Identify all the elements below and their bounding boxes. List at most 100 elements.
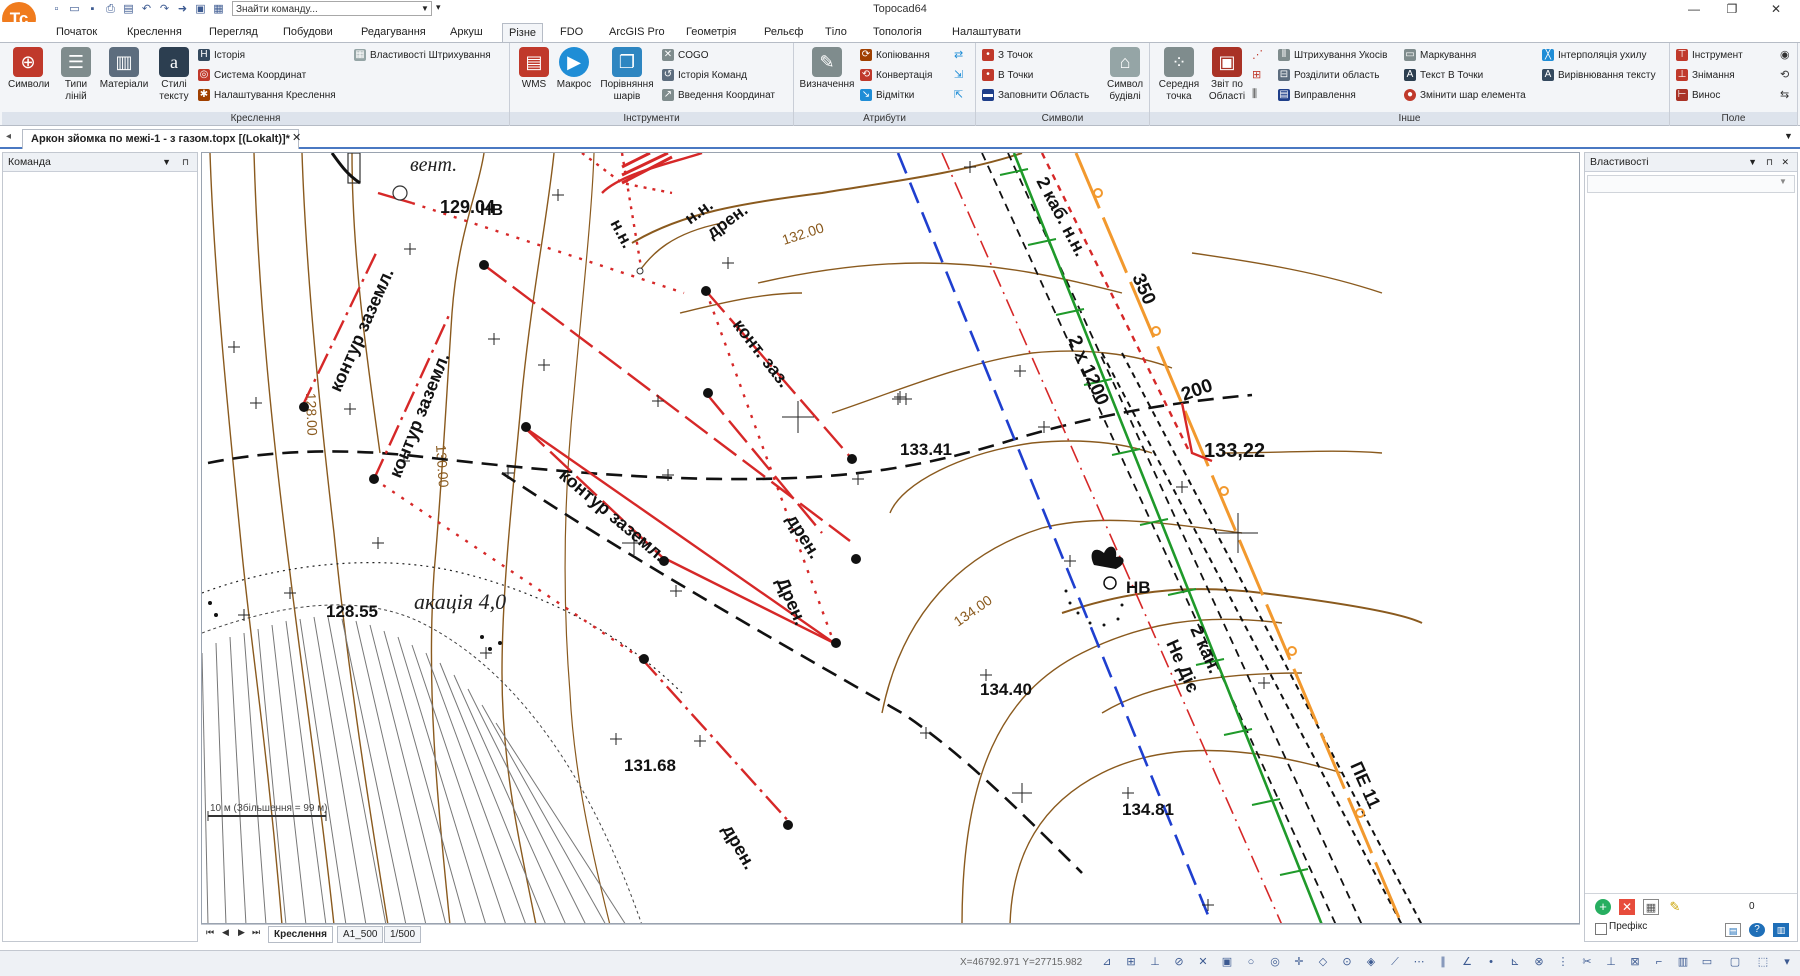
attribute-tool-1-icon[interactable]: ⇄ [954,48,963,61]
layer-icon[interactable]: ▭ [1700,955,1714,969]
snap-center-icon[interactable]: ◎ [1268,955,1282,969]
symbols-button[interactable]: ⊕ Символи [8,47,50,91]
snap-quadrant-icon[interactable]: ◈ [1364,955,1378,969]
tab-kreslennia[interactable]: Креслення [127,23,182,42]
building-symbol-button[interactable]: ⌂ Символ будівлі [1100,47,1150,103]
tab-arkush[interactable]: Аркуш [450,23,483,42]
snap-grid-icon[interactable]: ⊞ [1124,955,1138,969]
chevron-down-icon[interactable]: ▼ [1779,177,1787,186]
coordinate-input-button[interactable]: ↗ Введення Координат [662,88,775,104]
fill-area-button[interactable]: ▬ Заповнити Область [982,88,1089,104]
definition-button[interactable]: ✎ Визначення [798,47,856,91]
help-icon[interactable]: ? [1749,923,1765,937]
area-report-button[interactable]: ▣ Звіт по Області [1204,47,1250,103]
to-points-button[interactable]: • В Точки [982,68,1033,84]
add-icon[interactable]: + [1595,899,1611,915]
snap-extension-icon[interactable]: ⋯ [1412,955,1426,969]
drawing-canvas[interactable]: 128.00 130.00 132.00 134.00 129.04 НВ ко… [201,152,1580,924]
macro-button[interactable]: ▶ Макрос [554,47,594,91]
snap-circle-icon[interactable]: ○ [1244,955,1258,969]
doc-pin-icon[interactable]: ◂ [6,131,11,142]
field-tool-1-icon[interactable]: ◉ [1780,48,1790,61]
attribute-tool-2-icon[interactable]: ⇲ [954,68,963,81]
chevron-down-icon[interactable]: ▼ [162,153,171,171]
statusbar-menu-icon[interactable]: ▾ [1780,955,1794,969]
pin-icon[interactable]: ⊓ [1766,153,1773,171]
selection-icon[interactable]: ⊠ [1628,955,1642,969]
first-layout-icon[interactable]: ⏮ [206,927,214,938]
split-area-button[interactable]: ⊟ Розділити область [1278,68,1380,84]
close-icon[interactable]: ✕ [292,131,301,144]
change-layer-button[interactable]: ● Змінити шар елемента [1404,88,1526,104]
next-layout-icon[interactable]: ▶ [238,927,245,938]
fullscreen-icon[interactable]: ⬚ [1756,955,1770,969]
window-select-icon[interactable]: ⌐ [1652,955,1666,969]
snap-endpoint-icon[interactable]: ⊿ [1100,955,1114,969]
last-layout-icon[interactable]: ⏭ [252,927,260,938]
snap-nearest-icon[interactable]: ⊙ [1340,955,1354,969]
tab-pochatok[interactable]: Початок [56,23,97,42]
wms-button[interactable]: ▤ WMS [514,47,554,91]
stakeout-button[interactable]: ⊢ Винос [1676,88,1720,104]
close-icon[interactable]: ✕ [1781,153,1789,171]
lock-icon[interactable]: ▣ [1220,955,1234,969]
snap-point-icon[interactable]: • [1484,955,1498,969]
workspace-icon[interactable]: ▢ [1728,955,1742,969]
minimize-icon[interactable]: — [1680,1,1708,18]
document-tab[interactable]: Аркон зйомка по межі-1 - з газом.topx [(… [22,129,299,149]
tab-pobudovy[interactable]: Побудови [283,23,333,42]
tab-fdo[interactable]: FDO [560,23,583,42]
tab-heometriia[interactable]: Геометрія [686,23,736,42]
correction-button[interactable]: ▤ Виправлення [1278,88,1356,104]
misc-tool-3-icon[interactable]: ⫼ [1252,88,1257,101]
polar-icon[interactable]: ⊗ [1532,955,1546,969]
drawing-settings-button[interactable]: ✱ Налаштування Креслення [198,88,336,104]
coordinate-system-button[interactable]: ◎ Система Координат [198,68,306,84]
close-icon[interactable]: ✕ [1762,1,1790,18]
ortho-icon[interactable]: ⊾ [1508,955,1522,969]
pin-icon[interactable]: ⊓ [182,153,189,171]
tab-tilo[interactable]: Тіло [825,23,847,42]
snap-line-icon[interactable]: ⟋ [1388,955,1402,969]
history-button[interactable]: H Історія [198,48,245,64]
prefix-checkbox[interactable] [1595,923,1607,935]
pencil-icon[interactable]: ✎ [1667,899,1683,915]
thickness-icon[interactable]: ▥ [1676,955,1690,969]
text-to-points-button[interactable]: A Текст В Точки [1404,68,1483,84]
field-tool-2-icon[interactable]: ⟲ [1780,68,1789,81]
tab-topolohiia[interactable]: Топологія [873,23,922,42]
layout-tab-kreslennia[interactable]: Креслення [268,926,333,943]
slope-interpolation-button[interactable]: ╳ Інтерполяція ухилу [1542,48,1646,64]
line-types-button[interactable]: ☰ Типи ліній [54,47,98,103]
snap-perpendicular-icon[interactable]: ⊥ [1148,955,1162,969]
panel-view-icon[interactable]: ▤ [1725,923,1741,937]
instrument-button[interactable]: ⊤ Інструмент [1676,48,1743,64]
misc-tool-1-icon[interactable]: ⋰ [1252,48,1263,61]
slope-hatch-button[interactable]: ⫴ Штрихування Укосів [1278,48,1387,64]
chevron-down-icon[interactable]: ▼ [1748,153,1757,171]
snap-intersection-icon[interactable]: ✕ [1196,955,1210,969]
convert-attributes-button[interactable]: ⟲ Конвертація [860,68,932,84]
layout-tab-1-500[interactable]: 1/500 [384,926,422,943]
panel-toggle-icon[interactable]: ▥ [1773,923,1789,937]
marking-button[interactable]: ▭ Маркування [1404,48,1476,64]
text-alignment-button[interactable]: A Вирівнювання тексту [1542,68,1656,84]
grid-icon[interactable]: ▦ [1643,899,1659,915]
tab-nalashtuvaty[interactable]: Налаштувати [952,23,1021,42]
properties-selector[interactable] [1587,175,1795,193]
command-history-button[interactable]: ↺ Історія Команд [662,68,747,84]
snap-tangent-icon[interactable]: ⊘ [1172,955,1186,969]
prev-layout-icon[interactable]: ◀ [222,927,229,938]
compare-layers-button[interactable]: ❐ Порівняння шарів [596,47,658,103]
field-tool-3-icon[interactable]: ⇆ [1780,88,1789,101]
snap-midpoint-icon[interactable]: ◇ [1316,955,1330,969]
hatch-properties-button[interactable]: ▦ Властивості Штрихування [354,48,491,64]
tab-perehliad[interactable]: Перегляд [209,23,258,42]
dynamic-input-icon[interactable]: ⊥ [1604,955,1618,969]
text-styles-button[interactable]: a Стилі тексту [152,47,196,103]
tab-arcgis-pro[interactable]: ArcGIS Pro [609,23,665,42]
survey-button[interactable]: ⊥ Знімання [1676,68,1735,84]
marks-button[interactable]: ↘ Відмітки [860,88,914,104]
misc-tool-2-icon[interactable]: ⊞ [1252,68,1261,81]
snap-node-icon[interactable]: ✛ [1292,955,1306,969]
